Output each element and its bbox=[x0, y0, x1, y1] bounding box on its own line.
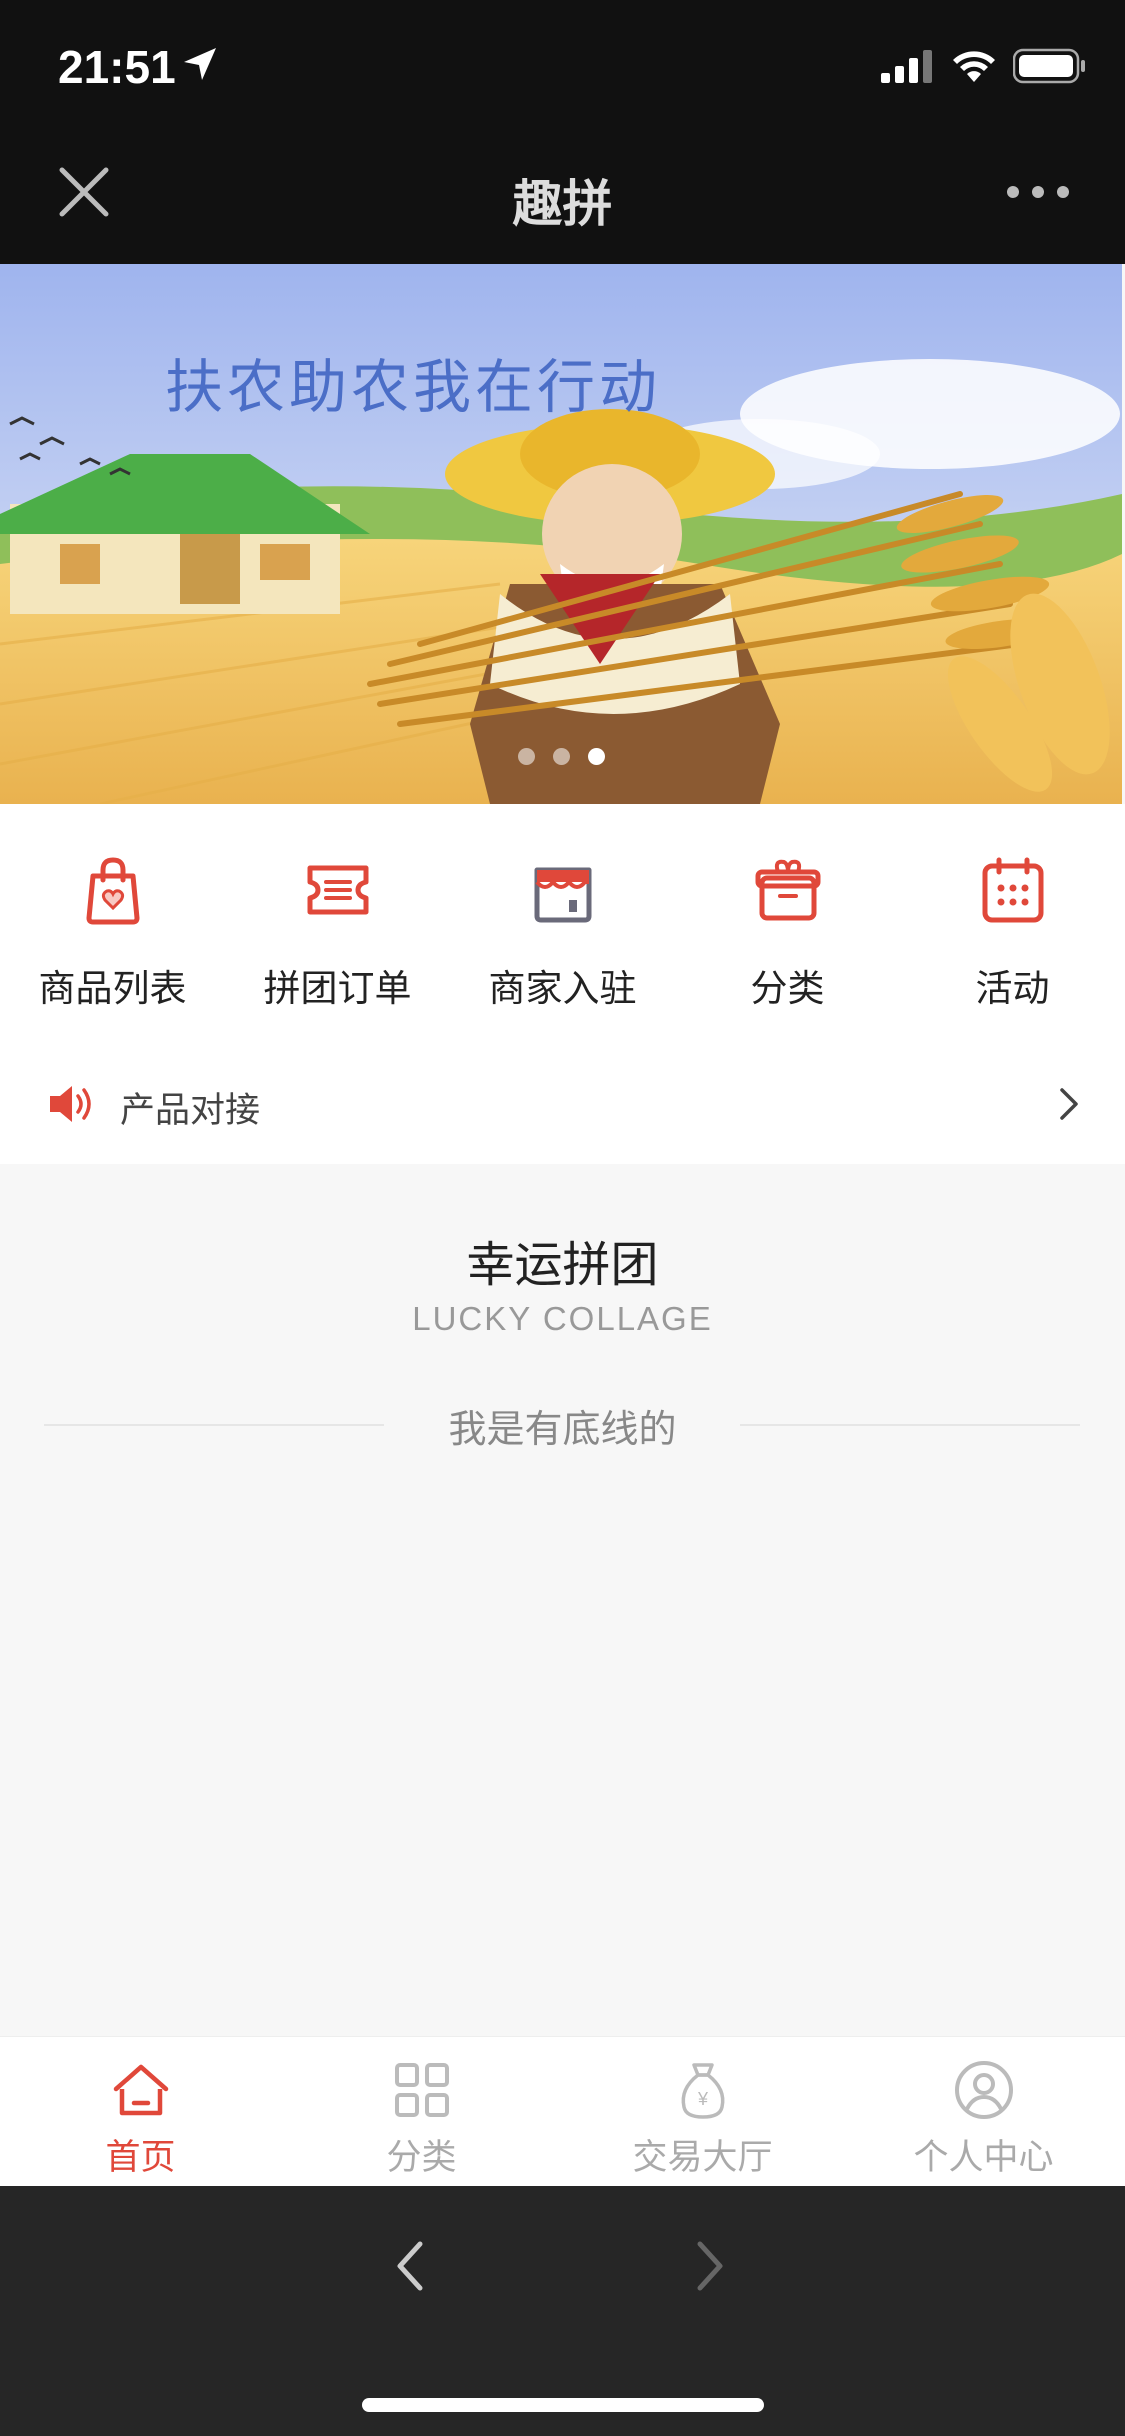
menu-label: 拼团订单 bbox=[263, 967, 412, 1010]
wifi-icon bbox=[953, 51, 995, 82]
ticket-icon bbox=[307, 865, 368, 915]
menu-label: 商品列表 bbox=[38, 967, 187, 1010]
menu-label: 活动 bbox=[975, 967, 1050, 1010]
storefront-icon bbox=[534, 867, 591, 923]
tab-label: 个人中心 bbox=[913, 2138, 1054, 2178]
more-options-icon[interactable] bbox=[1003, 172, 1073, 212]
tab-home[interactable]: 首页 bbox=[0, 2037, 281, 2186]
carousel-dot-active[interactable] bbox=[588, 748, 605, 765]
tab-trading-hall[interactable]: ¥ 交易大厅 bbox=[562, 2037, 843, 2186]
svg-text:¥: ¥ bbox=[696, 2089, 708, 2109]
back-arrow-icon[interactable] bbox=[390, 2236, 430, 2296]
speaker-icon bbox=[50, 1086, 91, 1122]
section-title: 幸运拼团 bbox=[466, 1237, 659, 1293]
tab-label: 分类 bbox=[386, 2138, 457, 2178]
user-profile-icon bbox=[954, 2061, 1013, 2119]
menu-item-activity[interactable]: 活动 bbox=[900, 804, 1125, 1044]
top-bar: 21:51 趣拼 bbox=[0, 0, 1125, 264]
browser-toolbar bbox=[0, 2186, 1125, 2436]
status-indicators bbox=[881, 48, 1087, 84]
menu-item-merchant-join[interactable]: 商家入驻 bbox=[450, 804, 675, 1044]
carousel-indicator bbox=[518, 748, 605, 765]
menu-label: 商家入驻 bbox=[488, 967, 637, 1010]
tab-profile[interactable]: 个人中心 bbox=[843, 2037, 1124, 2186]
chevron-right-icon bbox=[1060, 1088, 1078, 1120]
section-subtitle: LUCKY COLLAGE bbox=[412, 1300, 713, 1337]
money-bag-icon: ¥ bbox=[681, 2063, 724, 2119]
tab-label: 交易大厅 bbox=[632, 2138, 773, 2178]
menu-item-product-list[interactable]: 商品列表 bbox=[0, 804, 225, 1044]
notice-bar[interactable]: 产品对接 bbox=[0, 1044, 1125, 1164]
calendar-icon bbox=[982, 857, 1043, 923]
grid-icon bbox=[394, 2063, 449, 2117]
tab-label: 首页 bbox=[105, 2138, 176, 2178]
banner-headline: 扶农助农我在行动 bbox=[165, 353, 662, 421]
menu-item-category[interactable]: 分类 bbox=[675, 804, 900, 1044]
battery-icon bbox=[1013, 48, 1085, 84]
cellular-signal-icon bbox=[881, 50, 932, 83]
quick-menu: 商品列表 拼团订单 商家入驻 分类 活动 bbox=[0, 804, 1125, 1044]
forward-arrow-icon[interactable] bbox=[690, 2236, 730, 2296]
banner-carousel[interactable]: 扶农助农我在行动 bbox=[0, 264, 1122, 804]
carousel-dot[interactable] bbox=[518, 748, 535, 765]
end-of-list-text: 我是有底线的 bbox=[448, 1407, 677, 1451]
page-title: 趣拼 bbox=[512, 175, 613, 233]
tab-bar: 首页 分类 ¥ 交易大厅 个人中心 bbox=[0, 2036, 1125, 2186]
notice-text: 产品对接 bbox=[120, 1091, 261, 1131]
home-indicator[interactable] bbox=[362, 2398, 764, 2412]
gift-box-icon bbox=[755, 859, 820, 921]
tab-category[interactable]: 分类 bbox=[281, 2037, 562, 2186]
location-arrow-icon bbox=[184, 48, 216, 80]
status-time: 21:51 bbox=[58, 41, 176, 93]
shopping-bag-icon bbox=[86, 857, 139, 925]
menu-label: 分类 bbox=[750, 967, 825, 1010]
carousel-dot[interactable] bbox=[553, 748, 570, 765]
menu-item-group-orders[interactable]: 拼团订单 bbox=[225, 804, 450, 1044]
home-icon bbox=[113, 2064, 168, 2116]
